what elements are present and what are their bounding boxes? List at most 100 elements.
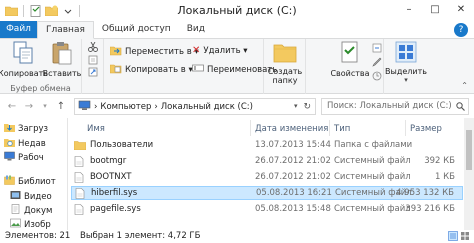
ribbon-collapse-icon[interactable]: ⌃: [461, 81, 468, 90]
nav-item-label: Видео: [24, 191, 52, 202]
item-count: Элементов: 21: [5, 231, 71, 241]
copy-button[interactable]: Копировать: [0, 41, 48, 78]
cut-icon[interactable]: [88, 41, 98, 55]
file-type: Системный файл: [334, 204, 411, 214]
system-file-icon: [75, 188, 85, 202]
delete-icon: ✕: [192, 45, 201, 56]
documents-icon: [10, 204, 21, 217]
file-size: 4 953 132 КБ: [396, 188, 454, 198]
nav-item-label: Рабоч: [18, 152, 44, 163]
file-date: 05.08.2013 16:21: [256, 188, 332, 198]
tab-file[interactable]: Файл: [0, 21, 37, 38]
chevron-down-icon[interactable]: ▾: [294, 102, 298, 112]
column-header-size[interactable]: Размер: [410, 124, 442, 134]
properties-button[interactable]: Свойства: [330, 41, 370, 78]
tab-home[interactable]: Главная: [37, 21, 94, 39]
paste-button[interactable]: Вставить: [43, 41, 81, 78]
close-button[interactable]: ✕: [448, 0, 474, 19]
file-type: Системный файл: [334, 156, 411, 166]
video-icon: [10, 190, 21, 203]
nav-item-libraries[interactable]: Библиот: [4, 175, 56, 188]
file-name: hiberfil.sys: [91, 188, 138, 198]
select-group: Выделить ▾: [384, 39, 428, 94]
forward-arrow-icon[interactable]: →: [23, 100, 35, 112]
delete-label: Удалить ▾: [203, 45, 248, 56]
status-bar: Элементов: 21 Выбран 1 элемент: 4,72 ГБ: [0, 230, 474, 243]
desktop-icon: [4, 151, 15, 164]
history-small-icon[interactable]: [372, 71, 382, 84]
nav-item-video[interactable]: Видео: [10, 190, 52, 203]
pictures-icon: [10, 218, 21, 230]
file-name: bootmgr: [90, 156, 127, 166]
large-icons-view-icon[interactable]: [460, 231, 470, 241]
column-divider[interactable]: [405, 120, 406, 136]
new-folder-label: Создать папку: [267, 67, 303, 85]
table-row[interactable]: pagefile.sys 05.08.2013 15:48 Системный …: [71, 203, 463, 217]
nav-item-label: Библиот: [18, 176, 56, 187]
copy-to-button[interactable]: Копировать в ▾: [109, 63, 193, 77]
new-folder-button[interactable]: Создать папку: [266, 41, 304, 85]
minimize-button[interactable]: –: [396, 0, 422, 19]
table-row-selected[interactable]: hiberfil.sys 05.08.2013 16:21 Системный …: [71, 186, 463, 200]
title-bar: Локальный диск (C:) – □ ✕: [0, 0, 474, 22]
open-group: Свойства: [306, 39, 384, 94]
help-button[interactable]: ?: [454, 23, 468, 37]
file-date: 26.07.2012 21:02: [255, 172, 331, 182]
address-bar[interactable]: › Компьютер › Локальный диск (C:) ▾ ↻: [74, 98, 316, 115]
column-header-date[interactable]: Дата изменения: [255, 124, 328, 134]
table-row[interactable]: Пользователи 13.07.2013 15:44 Папка с фа…: [71, 139, 463, 153]
file-name: Пользователи: [90, 140, 154, 150]
nav-item-desktop[interactable]: Рабоч: [4, 151, 44, 164]
edit-small-icon[interactable]: [372, 57, 382, 70]
nav-item-label: Загруз: [18, 123, 49, 134]
file-name: BOOTNXT: [90, 172, 132, 182]
paste-shortcut-icon[interactable]: [88, 67, 98, 80]
up-arrow-icon[interactable]: ↑: [55, 100, 67, 112]
breadcrumb-computer[interactable]: Компьютер: [100, 102, 151, 112]
rename-icon: [192, 63, 204, 76]
tab-view[interactable]: Вид: [179, 21, 213, 38]
column-header-type[interactable]: Тип: [334, 124, 350, 134]
back-arrow-icon[interactable]: ←: [6, 100, 18, 112]
tab-share[interactable]: Общий доступ: [94, 21, 179, 38]
window-controls: – □ ✕: [396, 0, 474, 19]
breadcrumb-local-disk[interactable]: Локальный диск (C:): [161, 102, 253, 112]
open-small-icon[interactable]: [372, 43, 382, 56]
details-view-icon[interactable]: [448, 231, 458, 241]
column-header-name[interactable]: Имя: [87, 124, 105, 134]
new-folder-icon: [273, 41, 297, 65]
maximize-button[interactable]: □: [422, 0, 448, 19]
select-button[interactable]: Выделить ▾: [385, 41, 427, 84]
table-row[interactable]: bootmgr 26.07.2012 21:02 Системный файл …: [71, 155, 463, 169]
properties-label: Свойства: [330, 69, 370, 78]
search-input[interactable]: Поиск: Локальный диск (C:): [321, 98, 469, 115]
system-file-icon: [74, 156, 84, 170]
copy-to-label: Копировать в ▾: [125, 65, 193, 75]
recent-locations-icon[interactable]: ▾: [39, 100, 51, 112]
chevron-down-icon: ▾: [404, 76, 408, 84]
table-row[interactable]: BOOTNXT 26.07.2012 21:02 Системный файл …: [71, 171, 463, 185]
delete-button[interactable]: ✕ Удалить ▾: [192, 45, 248, 56]
select-label: Выделить: [385, 67, 427, 76]
file-size: 392 КБ: [424, 156, 455, 166]
breadcrumb-separator[interactable]: ›: [94, 102, 97, 112]
nav-item-recent[interactable]: Недав: [4, 137, 46, 150]
scrollbar-thumb[interactable]: [466, 130, 472, 170]
file-size: 1 КБ: [435, 172, 455, 182]
file-date: 26.07.2012 21:02: [255, 156, 331, 166]
breadcrumb-separator[interactable]: ›: [154, 102, 157, 112]
downloads-icon: [4, 122, 15, 135]
nav-item-downloads[interactable]: Загруз: [4, 122, 48, 135]
nav-item-pictures[interactable]: Изобр: [10, 218, 51, 230]
column-divider[interactable]: [329, 120, 330, 136]
nav-item-documents[interactable]: Докум: [10, 204, 52, 217]
move-to-icon: [109, 45, 122, 59]
column-divider[interactable]: [250, 120, 251, 136]
view-switcher: [448, 231, 470, 241]
new-group: Создать папку: [264, 39, 306, 94]
paste-icon: [51, 41, 73, 67]
vertical-scrollbar[interactable]: [464, 118, 474, 230]
refresh-icon[interactable]: ↻: [303, 102, 311, 112]
clipboard-extra-group: [82, 39, 104, 94]
move-to-button[interactable]: Переместить в ▾: [109, 45, 199, 59]
